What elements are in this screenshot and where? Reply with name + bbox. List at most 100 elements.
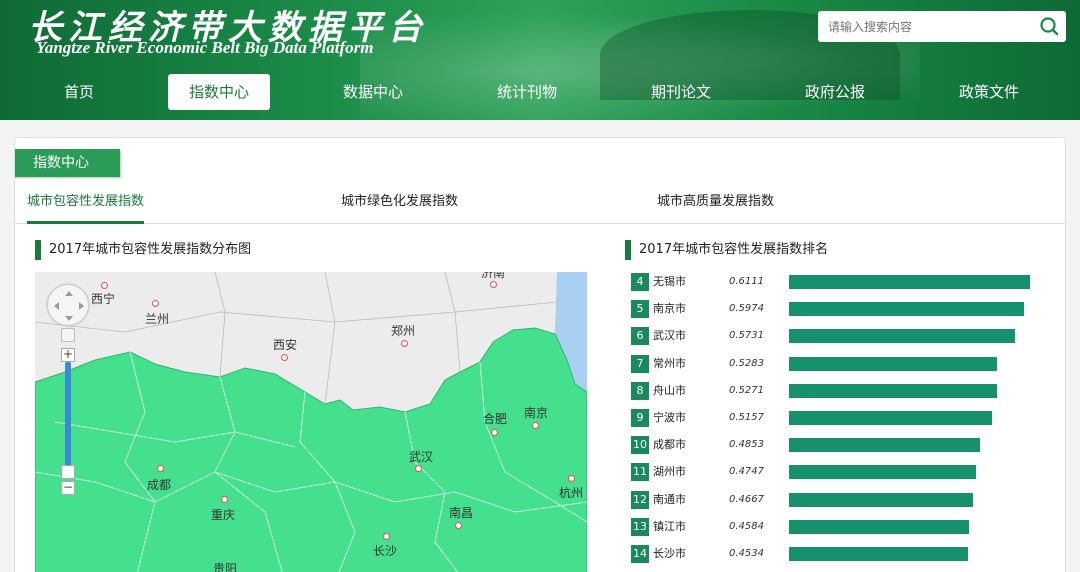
- rank-bar: [789, 465, 976, 480]
- zoom-slider-handle[interactable]: [61, 465, 75, 479]
- rank-city-name: 湖州市: [653, 465, 686, 479]
- ranking-row[interactable]: 6 武汉市 0.5731: [631, 327, 1051, 346]
- city-label-hefei: 合肥: [483, 412, 508, 426]
- ranking-title: 2017年城市包容性发展指数排名: [625, 240, 828, 260]
- city-marker[interactable]: [401, 340, 408, 347]
- ranking-row[interactable]: 10 成都市 0.4853: [631, 436, 1051, 455]
- nav-home[interactable]: 首页: [40, 74, 118, 110]
- zoom-in-button[interactable]: +: [61, 348, 75, 362]
- rank-number: 12: [631, 490, 649, 509]
- rank-value-label: 0.5157: [729, 412, 764, 423]
- ranking-row[interactable]: 4 无锡市 0.6111: [631, 273, 1051, 291]
- nav-journal-papers[interactable]: 期刊论文: [630, 74, 732, 110]
- ranking-row[interactable]: 7 常州市 0.5283: [631, 354, 1051, 373]
- city-label-nanjing: 南京: [524, 406, 549, 420]
- city-label-wuhan: 武汉: [409, 450, 434, 464]
- rank-value-label: 0.5283: [729, 357, 764, 369]
- site-subtitle: Yangtze River Economic Belt Big Data Pla…: [36, 38, 374, 57]
- rank-value-label: 0.4534: [729, 548, 764, 559]
- city-label-changsha: 长沙: [373, 544, 398, 558]
- rank-value-label: 0.4747: [729, 466, 764, 478]
- map-reset-button[interactable]: [61, 328, 75, 342]
- header: 长江经济带大数据平台 Yangtze River Economic Belt B…: [0, 0, 1080, 120]
- city-marker[interactable]: [281, 354, 288, 361]
- city-label-nanchang: 南昌: [449, 506, 474, 520]
- rank-bar: [789, 275, 1030, 289]
- ranking-row[interactable]: 13 镇江市 0.4584: [631, 517, 1051, 536]
- ranking-row[interactable]: 11 湖州市 0.4747: [631, 463, 1051, 482]
- nav-government-gazette[interactable]: 政府公报: [784, 74, 886, 110]
- rank-city-name: 常州市: [653, 356, 686, 370]
- rank-number: 9: [631, 409, 649, 427]
- rank-city-name: 舟山市: [653, 383, 686, 397]
- city-marker[interactable]: [455, 522, 462, 529]
- city-label-guiyang: 贵阳: [213, 562, 238, 572]
- rank-bar: [789, 411, 993, 425]
- search-input[interactable]: [818, 11, 1030, 42]
- rank-city-name: 镇江市: [653, 519, 686, 533]
- rank-bar: [789, 519, 970, 534]
- rank-number: 10: [631, 436, 649, 455]
- tab-green-development[interactable]: 城市绿色化发展指数: [341, 186, 458, 224]
- city-label-chongqing: 重庆: [211, 508, 236, 522]
- rank-bar: [789, 356, 998, 371]
- map-title: 2017年城市包容性发展指数分布图: [35, 240, 251, 260]
- rank-value-label: 0.4667: [729, 493, 764, 505]
- city-marker[interactable]: [568, 475, 575, 482]
- rank-number: 7: [631, 354, 649, 373]
- rank-value-label: 0.4853: [729, 439, 764, 451]
- rank-value-label: 0.5974: [729, 303, 764, 315]
- rank-number: 8: [631, 381, 649, 400]
- main-nav: 首页 指数中心 数据中心 统计刊物 期刊论文 政府公报 政策文件: [0, 74, 1080, 112]
- tab-inclusive-development[interactable]: 城市包容性发展指数: [27, 186, 145, 224]
- city-marker[interactable]: [490, 281, 497, 288]
- city-label-hangzhou: 杭州: [559, 486, 584, 500]
- rank-value-label: 0.5731: [729, 330, 764, 342]
- rank-bar: [789, 302, 1025, 317]
- ranking-row[interactable]: 8 舟山市 0.5271: [631, 381, 1051, 400]
- rank-value-label: 0.5271: [729, 384, 764, 396]
- map-pan-control[interactable]: [47, 284, 89, 326]
- city-marker[interactable]: [221, 496, 228, 503]
- city-marker[interactable]: [415, 465, 422, 472]
- city-marker[interactable]: [152, 300, 159, 307]
- zoom-out-button[interactable]: −: [61, 481, 75, 495]
- rank-city-name: 长沙市: [653, 547, 686, 560]
- nav-index-center[interactable]: 指数中心: [168, 74, 270, 110]
- rank-bar: [789, 329, 1015, 344]
- city-marker[interactable]: [532, 422, 539, 429]
- city-label-chengdu: 成都: [147, 478, 172, 492]
- rank-bar: [789, 492, 973, 507]
- rank-number: 11: [631, 463, 649, 482]
- search-icon[interactable]: [1039, 16, 1059, 36]
- city-label-lanzhou: 兰州: [145, 312, 170, 326]
- city-label-xining: 西宁: [91, 292, 116, 306]
- rank-value-label: 0.4584: [729, 520, 764, 532]
- tab-high-quality-development[interactable]: 城市高质量发展指数: [657, 186, 774, 224]
- ranking-row[interactable]: 5 南京市 0.5974: [631, 300, 1051, 319]
- city-marker[interactable]: [383, 533, 390, 540]
- rank-number: 6: [631, 327, 649, 346]
- pan-arrows-icon: [54, 291, 84, 321]
- section-title: 指数中心: [15, 149, 120, 177]
- nav-statistics-publications[interactable]: 统计刊物: [476, 74, 578, 110]
- content-panel: 指数中心 城市包容性发展指数 城市绿色化发展指数 城市高质量发展指数 2017年…: [14, 137, 1066, 572]
- rank-number: 14: [631, 545, 649, 563]
- distribution-map[interactable]: 西宁 兰州 西安 郑州 济南 合肥 南京 武汉 成都 重庆 南昌 长沙 杭州 贵…: [35, 272, 587, 572]
- ranking-row[interactable]: 9 宁波市 0.5157: [631, 409, 1051, 427]
- city-marker[interactable]: [491, 429, 498, 436]
- nav-policy-documents[interactable]: 政策文件: [938, 74, 1040, 110]
- ranking-row[interactable]: 14 长沙市 0.4534: [631, 545, 1051, 563]
- zoom-slider-track[interactable]: [65, 362, 71, 472]
- rank-number: 5: [631, 300, 649, 319]
- city-marker[interactable]: [101, 282, 108, 289]
- rank-bar: [789, 547, 968, 561]
- rank-city-name: 无锡市: [653, 275, 686, 288]
- city-marker[interactable]: [157, 465, 164, 472]
- search-box: [818, 11, 1066, 42]
- rank-city-name: 成都市: [653, 438, 686, 452]
- ranking-row[interactable]: 12 南通市 0.4667: [631, 490, 1051, 509]
- nav-data-center[interactable]: 数据中心: [322, 74, 424, 110]
- rank-city-name: 南京市: [653, 302, 686, 316]
- rank-city-name: 南通市: [653, 492, 686, 506]
